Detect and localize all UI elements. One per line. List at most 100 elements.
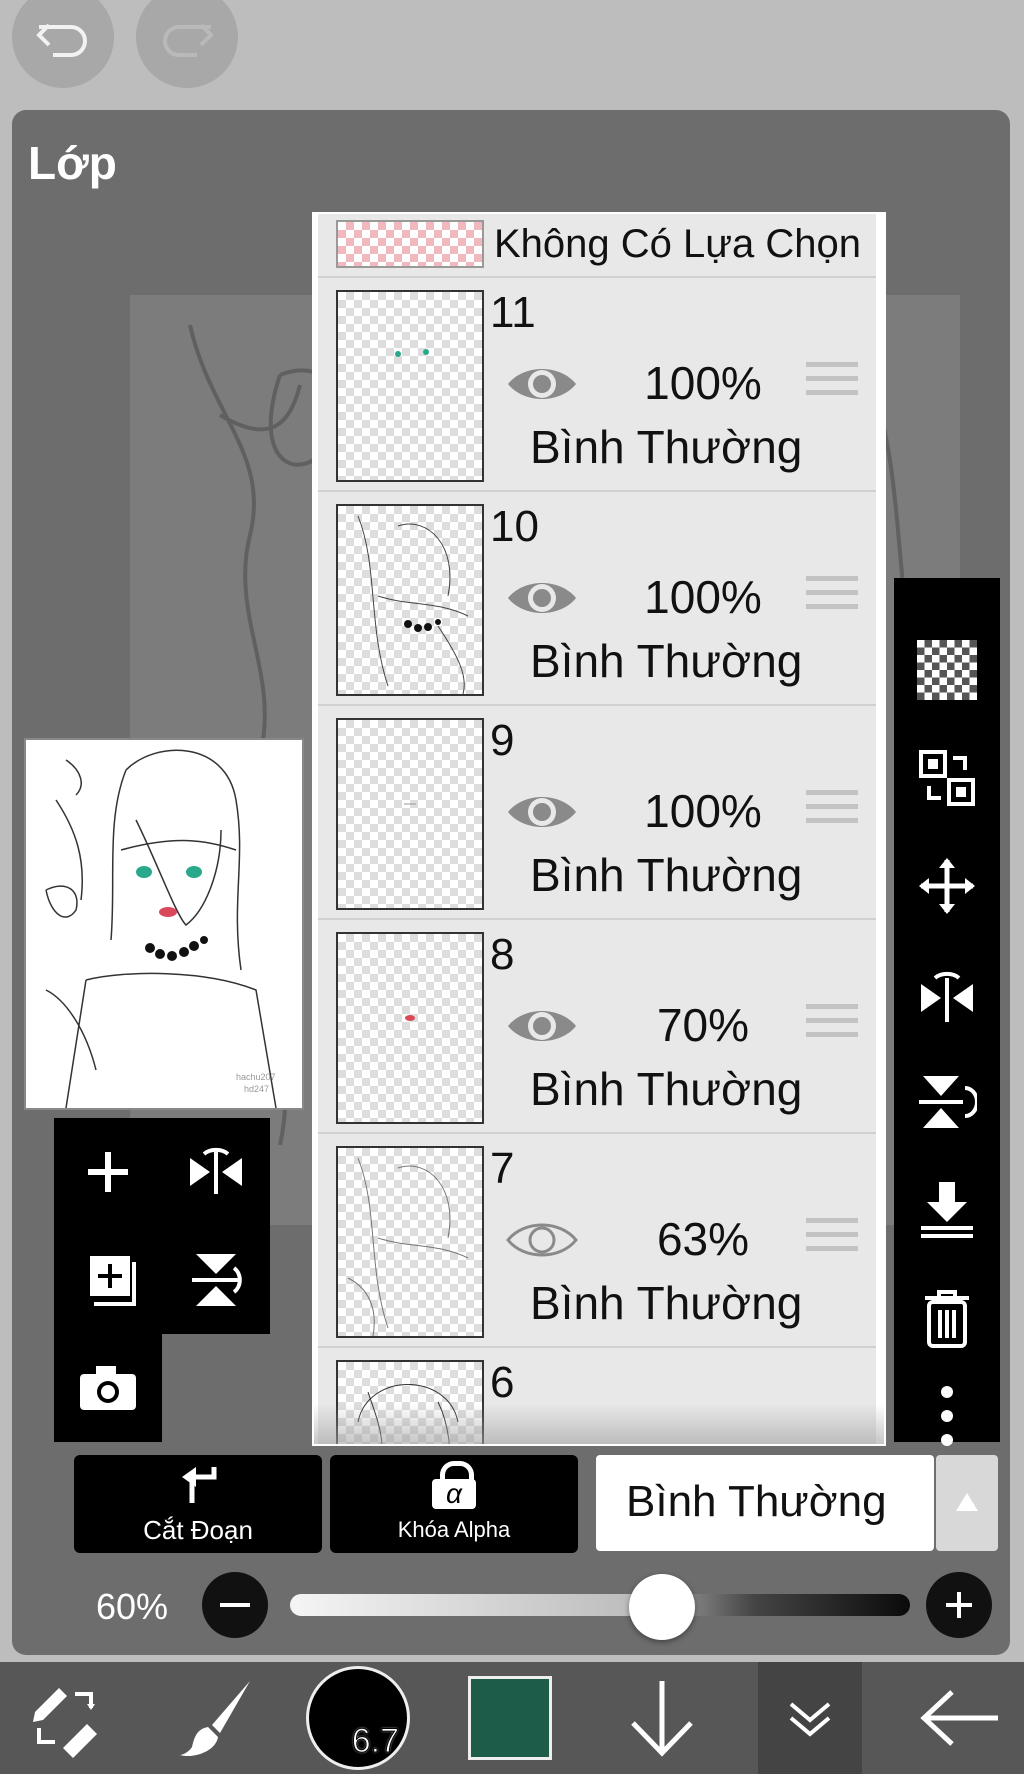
- layer-opacity: 63%: [656, 1213, 750, 1265]
- brush-size-label: 6.7: [351, 1722, 399, 1761]
- opacity-value: 60%: [96, 1586, 169, 1627]
- layer-row[interactable]: 11 100% Bình Thường: [318, 278, 876, 492]
- layer-down-button[interactable]: [612, 1662, 712, 1774]
- bottom-toolbar: 6.7: [0, 1662, 1024, 1774]
- layer-opacity: 100%: [644, 357, 762, 409]
- layer-number: 11: [490, 288, 536, 337]
- flip-horizontal-icon: [921, 971, 973, 1022]
- selection-label: Không Có Lựa Chọn: [494, 222, 862, 266]
- flip-vertical-side-button[interactable]: [894, 1062, 1000, 1142]
- duplicate-layer-button[interactable]: [54, 1226, 162, 1334]
- camera-icon: [80, 1366, 136, 1410]
- eye-icon[interactable]: [504, 574, 580, 622]
- arrow-left-icon: [920, 1690, 998, 1746]
- selection-thumbnail: [336, 220, 484, 268]
- layer-blend-mode: Bình Thường: [530, 1063, 803, 1115]
- list-fade: [314, 1404, 884, 1444]
- move-icon: [919, 858, 975, 914]
- layer-thumbnail: [336, 504, 484, 696]
- add-layer-button[interactable]: [54, 1118, 162, 1226]
- opacity-slider-thumb[interactable]: [629, 1574, 695, 1640]
- flip-horizontal-icon: [190, 1147, 242, 1194]
- clipping-button[interactable]: Cắt Đoạn: [74, 1455, 322, 1553]
- brush-size-indicator: 6.7: [306, 1666, 410, 1770]
- brush-size-button[interactable]: 6.7: [306, 1662, 410, 1774]
- layer-thumbnail: [336, 1146, 484, 1338]
- flip-vertical-button[interactable]: [162, 1226, 270, 1334]
- drag-handle-icon[interactable]: [806, 1218, 858, 1262]
- selection-layer-row[interactable]: Không Có Lựa Chọn: [318, 214, 876, 278]
- checkerboard-icon: [917, 640, 977, 700]
- opacity-increase-button[interactable]: [926, 1572, 992, 1638]
- layer-number: 7: [490, 1144, 515, 1193]
- minus-icon: [220, 1603, 250, 1607]
- layer-tools-sidebar: [894, 578, 1000, 1446]
- layer-number: 8: [490, 930, 515, 979]
- clipping-label: Cắt Đoạn: [143, 1515, 253, 1545]
- pen-eraser-swap-icon: [33, 1688, 97, 1758]
- duplicate-layer-icon: [90, 1256, 136, 1306]
- more-vertical-icon: [941, 1386, 953, 1446]
- brush-icon: [180, 1681, 250, 1757]
- plus-icon: [946, 1592, 972, 1618]
- clipping-icon: [182, 1467, 217, 1503]
- layer-thumbnail: [336, 290, 484, 482]
- layer-opacity: 70%: [656, 999, 750, 1051]
- opacity-decrease-button[interactable]: [202, 1572, 268, 1638]
- drag-handle-icon[interactable]: [806, 790, 858, 834]
- opacity-slider[interactable]: [290, 1594, 910, 1616]
- flip-vertical-icon: [919, 1076, 977, 1128]
- delete-layer-button[interactable]: [894, 1278, 1000, 1358]
- move-button[interactable]: [894, 846, 1000, 926]
- import-photo-button[interactable]: [54, 1334, 162, 1442]
- current-color-swatch: [468, 1676, 552, 1760]
- flip-vertical-icon: [192, 1254, 242, 1306]
- transparent-layer-button[interactable]: [894, 630, 1000, 710]
- alpha-lock-button[interactable]: α Khóa Alpha: [330, 1455, 578, 1553]
- flip-horizontal-side-button[interactable]: [894, 954, 1000, 1034]
- drag-handle-icon[interactable]: [806, 1004, 858, 1048]
- color-button[interactable]: [462, 1662, 558, 1774]
- drag-handle-icon[interactable]: [806, 576, 858, 620]
- drag-handle-icon[interactable]: [806, 362, 858, 406]
- layer-list[interactable]: Không Có Lựa Chọn 11 100% Bình Thường 10…: [312, 212, 886, 1446]
- triangle-up-icon: [956, 1493, 978, 1511]
- blend-mode-value: Bình Thường: [626, 1477, 887, 1526]
- undo-icon: [36, 23, 87, 57]
- redo-button[interactable]: [136, 0, 238, 88]
- svg-text:hachu207: hachu207: [236, 1072, 276, 1082]
- panel-title: Lớp: [28, 137, 117, 189]
- layer-blend-mode: Bình Thường: [530, 421, 803, 473]
- blend-mode-select[interactable]: Bình Thường: [596, 1455, 934, 1551]
- eye-icon[interactable]: [504, 360, 580, 408]
- blend-mode-dropdown-button[interactable]: [936, 1455, 998, 1551]
- eye-icon[interactable]: [504, 788, 580, 836]
- eye-hidden-icon[interactable]: [504, 1216, 580, 1264]
- eye-icon[interactable]: [504, 1002, 580, 1050]
- layer-blend-mode: Bình Thường: [530, 849, 803, 901]
- layer-row[interactable]: 10 100% Bình Thường: [318, 492, 876, 706]
- swap-layers-icon: [919, 750, 975, 806]
- swap-layers-button[interactable]: [894, 738, 1000, 818]
- merge-down-button[interactable]: [894, 1170, 1000, 1250]
- layer-row[interactable]: 8 70% Bình Thường: [318, 920, 876, 1134]
- layer-number: 9: [490, 716, 515, 765]
- transform-tool-button[interactable]: [10, 1662, 120, 1774]
- chevron-double-down-icon: [789, 1702, 831, 1737]
- merge-down-icon: [921, 1182, 973, 1238]
- layer-row[interactable]: 9 100% Bình Thường: [318, 706, 876, 920]
- lock-icon: α: [432, 1461, 476, 1509]
- layer-opacity: 100%: [644, 571, 762, 623]
- layer-row[interactable]: 7 63% Bình Thường: [318, 1134, 876, 1348]
- back-button[interactable]: [908, 1662, 1012, 1774]
- more-options-button[interactable]: [894, 1376, 1000, 1456]
- alpha-lock-label: Khóa Alpha: [397, 1517, 511, 1542]
- layer-panel-toggle-button[interactable]: [758, 1662, 862, 1774]
- layer-blend-mode: Bình Thường: [530, 635, 803, 687]
- brush-tool-button[interactable]: [160, 1662, 270, 1774]
- flip-horizontal-button[interactable]: [162, 1118, 270, 1226]
- layer-opacity: 100%: [644, 785, 762, 837]
- arrow-down-icon: [631, 1681, 693, 1757]
- undo-button[interactable]: [12, 0, 114, 88]
- canvas-thumbnail: hachu207 hd247: [24, 738, 304, 1110]
